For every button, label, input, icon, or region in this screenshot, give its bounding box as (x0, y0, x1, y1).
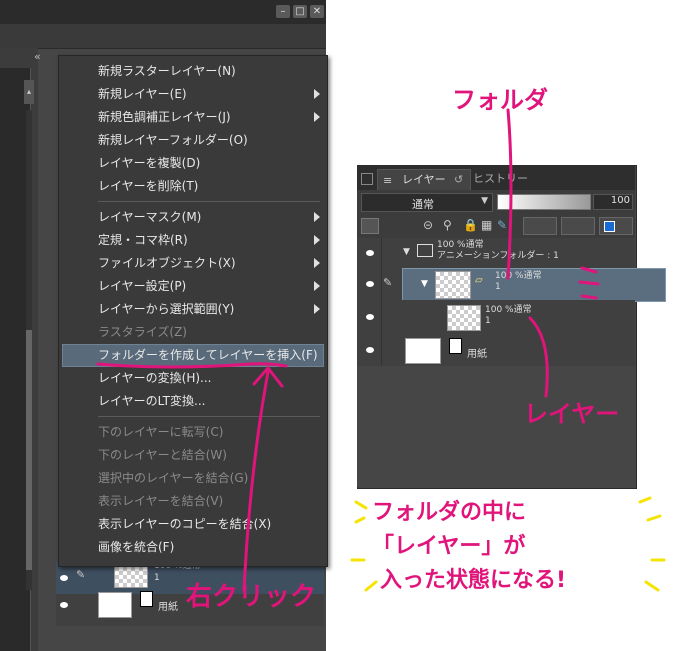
annotation-strokes (96, 108, 666, 592)
annotation-folder: フォルダ (452, 86, 548, 114)
annotation-note-2: 「レイヤー」が (372, 534, 526, 559)
annotation-right-click: 右クリック (186, 582, 317, 612)
annotation-layer: レイヤー (524, 400, 620, 428)
annotation-note-3: 入った状態になる! (380, 568, 567, 593)
annotation-note-1: フォルダの中に (372, 500, 527, 525)
